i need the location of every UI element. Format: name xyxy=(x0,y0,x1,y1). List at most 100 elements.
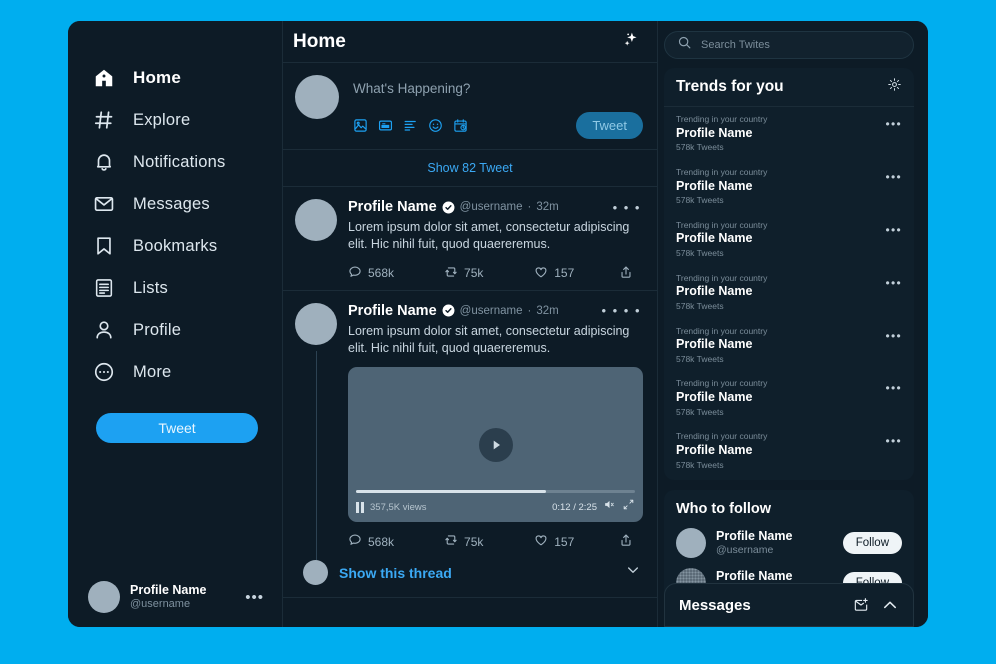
sidebar-item-explore[interactable]: Explore xyxy=(68,99,282,141)
video-progress-bar[interactable] xyxy=(356,490,635,493)
account-menu-icon[interactable]: ••• xyxy=(245,589,268,606)
retweet-action[interactable]: 75k xyxy=(444,265,534,282)
bookmark-icon xyxy=(92,234,116,258)
mute-icon[interactable] xyxy=(603,498,616,516)
trend-menu-icon[interactable]: ••• xyxy=(885,326,902,343)
share-action[interactable] xyxy=(619,265,639,282)
account-info: Profile Name @username xyxy=(130,583,235,611)
tweet-menu-icon[interactable]: • • • xyxy=(613,200,643,215)
sidebar-item-profile[interactable]: Profile xyxy=(68,309,282,351)
tweet-header: Profile Name @username · 32m • • • • xyxy=(348,303,643,319)
like-action[interactable]: 157 xyxy=(534,533,615,550)
chevron-down-icon[interactable] xyxy=(625,562,641,583)
show-new-tweets-button[interactable]: Show 82 Tweet xyxy=(283,150,657,187)
reply-action[interactable]: 568k xyxy=(348,265,444,282)
messages-dock[interactable]: Messages xyxy=(664,583,914,627)
gif-icon[interactable] xyxy=(376,117,394,135)
trend-content: Trending in your country Profile Name 57… xyxy=(676,326,885,365)
sidebar-item-label: Explore xyxy=(133,111,190,130)
sidebar-item-notifications[interactable]: Notifications xyxy=(68,141,282,183)
trend-item[interactable]: Trending in your country Profile Name 57… xyxy=(664,107,914,160)
new-message-icon[interactable] xyxy=(853,597,869,613)
retweet-action[interactable]: 75k xyxy=(444,533,534,550)
trend-menu-icon[interactable]: ••• xyxy=(885,114,902,131)
sidebar-account-switcher[interactable]: Profile Name @username ••• xyxy=(68,581,282,613)
tweet-composer[interactable]: What's Happening? xyxy=(283,63,657,150)
sidebar-item-label: Home xyxy=(133,68,181,88)
gear-icon[interactable] xyxy=(887,77,902,97)
sidebar-item-bookmarks[interactable]: Bookmarks xyxy=(68,225,282,267)
follow-button[interactable]: Follow xyxy=(843,532,902,554)
trend-name: Profile Name xyxy=(676,284,885,300)
video-right-controls: 0:12 / 2:25 xyxy=(552,498,635,516)
primary-navigation: Home Explore Notifications Messages xyxy=(68,21,282,393)
sidebar-item-label: Bookmarks xyxy=(133,237,217,256)
like-action[interactable]: 157 xyxy=(534,265,615,282)
tweet-video-player[interactable]: 357,5K views 0:12 / 2:25 xyxy=(348,367,643,522)
trend-category: Trending in your country xyxy=(676,273,885,284)
play-button-icon[interactable] xyxy=(479,428,513,462)
video-control-row: 357,5K views 0:12 / 2:25 xyxy=(356,498,635,516)
tweet-menu-icon[interactable]: • • • • xyxy=(601,303,643,318)
envelope-icon xyxy=(92,192,116,216)
trend-item[interactable]: Trending in your country Profile Name 57… xyxy=(664,424,914,480)
messages-actions xyxy=(853,596,899,614)
show-thread-row[interactable]: Show this thread xyxy=(283,554,657,598)
retweet-icon xyxy=(444,533,458,550)
account-name: Profile Name xyxy=(130,583,235,598)
avatar xyxy=(88,581,120,613)
suggested-user-name: Profile Name xyxy=(716,529,833,545)
retweet-count: 75k xyxy=(464,266,483,280)
reply-count: 568k xyxy=(368,266,394,280)
reply-action[interactable]: 568k xyxy=(348,533,444,550)
composer-tweet-button[interactable]: Tweet xyxy=(576,112,643,139)
tweet-item[interactable]: Profile Name @username · 32m • • • • Lor… xyxy=(283,291,657,555)
trend-menu-icon[interactable]: ••• xyxy=(885,220,902,237)
trend-tweet-count: 578k Tweets xyxy=(676,301,885,312)
tweet-body: Profile Name @username · 32m • • • Lorem… xyxy=(348,199,643,282)
trends-title: Trends for you xyxy=(676,78,784,96)
trend-item[interactable]: Trending in your country Profile Name 57… xyxy=(664,266,914,319)
show-thread-link[interactable]: Show this thread xyxy=(339,565,452,581)
trend-category: Trending in your country xyxy=(676,378,885,389)
heart-icon xyxy=(534,265,548,282)
search-bar[interactable] xyxy=(664,31,914,59)
trend-category: Trending in your country xyxy=(676,326,885,337)
tweet-item[interactable]: Profile Name @username · 32m • • • Lorem… xyxy=(283,187,657,291)
tweet-actions: 568k 75k 157 xyxy=(348,533,643,550)
sidebar-item-lists[interactable]: Lists xyxy=(68,267,282,309)
sidebar-item-messages[interactable]: Messages xyxy=(68,183,282,225)
tweet-timestamp: 32m xyxy=(536,305,558,317)
emoji-icon[interactable] xyxy=(426,117,444,135)
search-input[interactable] xyxy=(701,39,901,51)
schedule-icon[interactable] xyxy=(451,117,469,135)
trend-content: Trending in your country Profile Name 57… xyxy=(676,220,885,259)
chevron-up-icon[interactable] xyxy=(881,596,899,614)
left-sidebar: Home Explore Notifications Messages xyxy=(68,21,283,627)
tweet-header: Profile Name @username · 32m • • • xyxy=(348,199,643,215)
trend-item[interactable]: Trending in your country Profile Name 57… xyxy=(664,160,914,213)
suggested-user-item[interactable]: Profile Name @username Follow xyxy=(664,523,914,563)
trend-item[interactable]: Trending in your country Profile Name 57… xyxy=(664,319,914,372)
image-icon[interactable] xyxy=(351,117,369,135)
trend-menu-icon[interactable]: ••• xyxy=(885,431,902,448)
sidebar-tweet-button[interactable]: Tweet xyxy=(96,413,258,443)
trend-name: Profile Name xyxy=(676,337,885,353)
share-action[interactable] xyxy=(619,533,639,550)
sidebar-item-home[interactable]: Home xyxy=(68,57,282,99)
sparkle-icon[interactable] xyxy=(620,29,641,55)
sidebar-item-more[interactable]: More xyxy=(68,351,282,393)
pause-icon[interactable] xyxy=(356,502,364,513)
trend-tweet-count: 578k Tweets xyxy=(676,354,885,365)
trend-item[interactable]: Trending in your country Profile Name 57… xyxy=(664,371,914,424)
composer-input[interactable]: What's Happening? xyxy=(351,75,643,96)
trend-menu-icon[interactable]: ••• xyxy=(885,167,902,184)
poll-icon[interactable] xyxy=(401,117,419,135)
trend-item[interactable]: Trending in your country Profile Name 57… xyxy=(664,213,914,266)
reply-count: 568k xyxy=(368,535,394,549)
trend-menu-icon[interactable]: ••• xyxy=(885,378,902,395)
video-progress-fill xyxy=(356,490,546,493)
fullscreen-icon[interactable] xyxy=(622,498,635,516)
tweet-timestamp: 32m xyxy=(536,201,558,213)
trend-menu-icon[interactable]: ••• xyxy=(885,273,902,290)
